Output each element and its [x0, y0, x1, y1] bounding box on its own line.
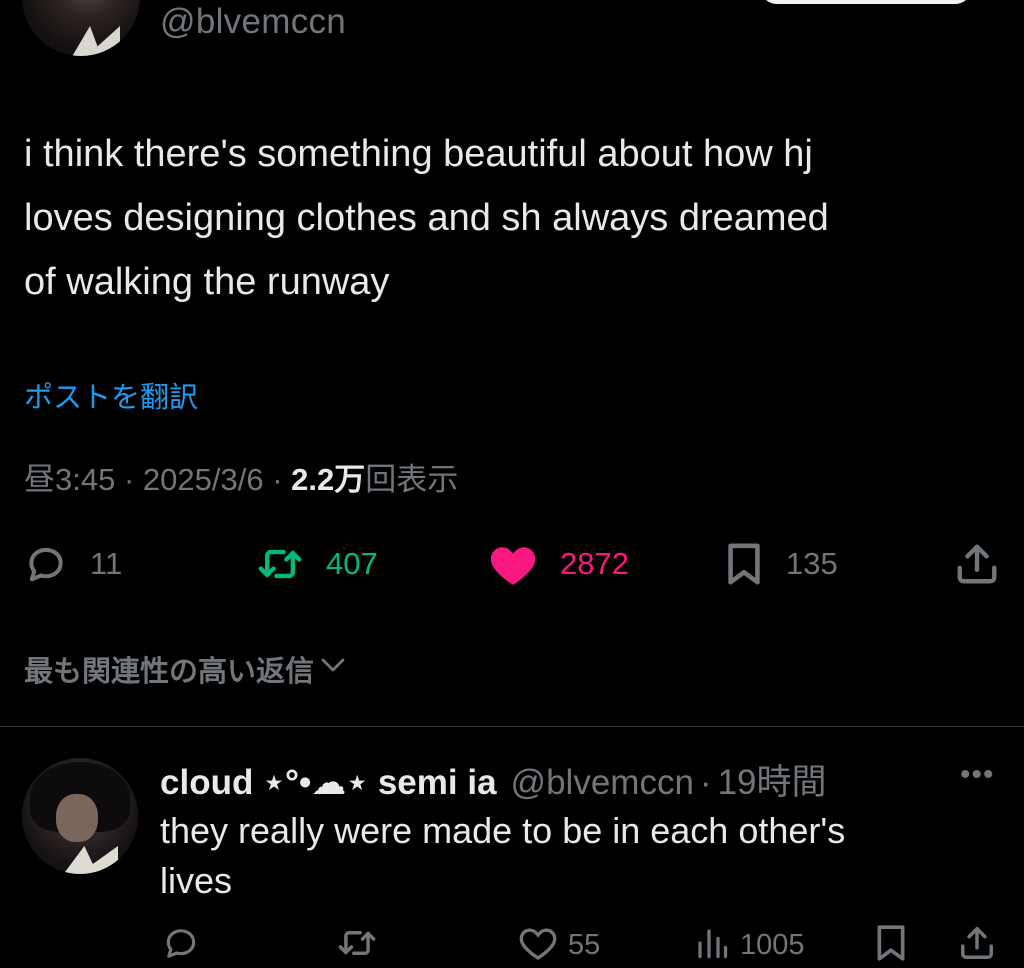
reply-time[interactable]: 19時間 — [718, 754, 827, 805]
reply-header: cloud ⋆°•☁︎⋆ semi ia @blvemccn · 19時間 — [160, 754, 827, 805]
post-time[interactable]: 昼3:45 — [24, 462, 115, 497]
bookmark-count: 135 — [786, 546, 838, 581]
repost-count: 407 — [326, 546, 378, 581]
reply-count: 11 — [90, 546, 123, 581]
heart-icon — [488, 541, 538, 587]
heart-icon — [518, 924, 558, 967]
more-dots-icon[interactable]: ••• — [960, 758, 995, 792]
reply-like-button[interactable]: 55 — [518, 922, 600, 968]
reply-like-count: 55 — [568, 928, 601, 961]
replies-sort-dropdown[interactable]: 最も関連性の高い返信 — [24, 648, 348, 690]
comment-bubble-icon — [162, 924, 200, 967]
like-button[interactable]: 2872 — [488, 536, 629, 592]
bookmark-icon — [724, 541, 764, 587]
like-count: 2872 — [560, 546, 629, 581]
replies-sort-label: 最も関連性の高い返信 — [24, 656, 315, 688]
author-avatar[interactable] — [22, 0, 140, 56]
share-upload-icon — [958, 923, 996, 968]
avatar-collar — [70, 26, 120, 56]
reply-action-bar: 55 1005 — [0, 922, 1024, 968]
reply-author-avatar[interactable] — [22, 758, 138, 874]
meta-separator: · — [272, 462, 283, 497]
post-date[interactable]: 2025/3/6 — [143, 462, 264, 497]
bookmark-icon — [874, 923, 908, 968]
meta-separator: · — [123, 462, 135, 497]
reply-handle[interactable]: @blvemccn — [511, 763, 694, 803]
reply-views-button[interactable]: 1005 — [694, 922, 805, 968]
chevron-down-icon — [318, 650, 348, 688]
bar-chart-icon — [694, 924, 730, 967]
reply-repost-button[interactable] — [336, 922, 378, 968]
section-divider — [0, 726, 1024, 727]
share-upload-icon — [954, 541, 1000, 587]
repost-button[interactable]: 407 — [256, 536, 378, 592]
reply-share-button[interactable] — [958, 922, 996, 968]
views-count[interactable]: 2.2万 — [291, 462, 365, 497]
reply-display-name[interactable]: cloud ⋆°•☁︎⋆ semi ia — [160, 763, 497, 803]
reply-text: they really were made to be in each othe… — [160, 810, 846, 901]
repost-arrows-icon — [256, 542, 304, 586]
author-handle[interactable]: @blvemccn — [160, 2, 346, 42]
comment-bubble-icon — [24, 542, 68, 586]
reply-button[interactable]: 11 — [24, 536, 122, 592]
reply-reply-button[interactable] — [162, 922, 200, 968]
reply-views-count: 1005 — [740, 928, 805, 961]
reply-bookmark-button[interactable] — [874, 922, 908, 968]
avatar-collar — [62, 846, 118, 874]
post-detail-page: @blvemccn i think there's something beau… — [0, 0, 1024, 968]
translate-post-link[interactable]: ポストを翻訳 — [24, 374, 198, 416]
repost-arrows-icon — [336, 924, 378, 967]
follow-button[interactable] — [760, 0, 972, 4]
bookmark-button[interactable]: 135 — [724, 536, 838, 592]
views-label[interactable]: 回表示 — [365, 462, 458, 497]
post-text: i think there's something beautiful abou… — [24, 133, 829, 303]
post-action-bar: 11 407 2872 135 — [0, 536, 1024, 592]
avatar-face — [56, 794, 98, 842]
reply-separator: · — [699, 763, 712, 802]
share-button[interactable] — [954, 536, 1000, 592]
post-meta: 昼3:45 · 2025/3/6 · 2.2万回表示 — [24, 454, 458, 499]
